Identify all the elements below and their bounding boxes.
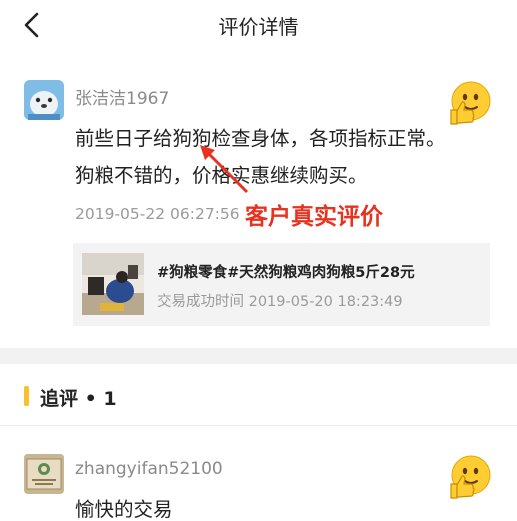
user-avatar[interactable] [24, 80, 64, 120]
review-card: 张洁洁1967 前些日子给狗狗检查身体，各项指标正常。 狗粮不错的，价格实惠继续… [0, 50, 517, 348]
top-nav-bar: 评价详情 [0, 0, 517, 50]
followup-title: 追评 • 1 [40, 388, 117, 410]
review-timestamp: 2019-05-22 06:27:56 [75, 205, 240, 223]
page-title: 评价详情 [218, 15, 299, 39]
section-accent-bar [24, 386, 29, 406]
section-divider [0, 348, 517, 364]
followup-text: 愉快的交易 [75, 498, 173, 521]
annotation-label: 客户真实评价 [245, 204, 383, 230]
followup-username[interactable]: zhangyifan52100 [75, 459, 223, 479]
annotation-arrow-icon [200, 145, 249, 194]
review-text-line-2: 狗粮不错的，价格实惠继续购买。 [75, 164, 368, 187]
review-content: 前些日子给狗狗检查身体，各项指标正常。 狗粮不错的，价格实惠继续购买。 [75, 120, 500, 194]
seal-avatar-icon [24, 80, 64, 120]
followup-section-header: 追评 • 1 [0, 364, 517, 426]
followup-item: zhangyifan52100 愉快的交易 [0, 427, 517, 521]
product-card[interactable]: #狗粮零食#天然狗粮鸡肉狗粮5斤28元 交易成功时间 2019-05-20 18… [73, 243, 490, 326]
thumbs-up-emoji-icon [450, 455, 491, 499]
product-title: #狗粮零食#天然狗粮鸡肉狗粮5斤28元 [157, 265, 415, 281]
followup-user-avatar[interactable] [24, 454, 64, 494]
deal-time-label: 交易成功时间 2019-05-20 18:23:49 [157, 294, 403, 310]
review-username[interactable]: 张洁洁1967 [75, 84, 169, 109]
product-thumbnail [82, 253, 144, 315]
product-photo-icon [82, 253, 144, 315]
certificate-avatar-icon [24, 454, 64, 494]
review-text-line-1: 前些日子给狗狗检查身体，各项指标正常。 [75, 127, 446, 150]
